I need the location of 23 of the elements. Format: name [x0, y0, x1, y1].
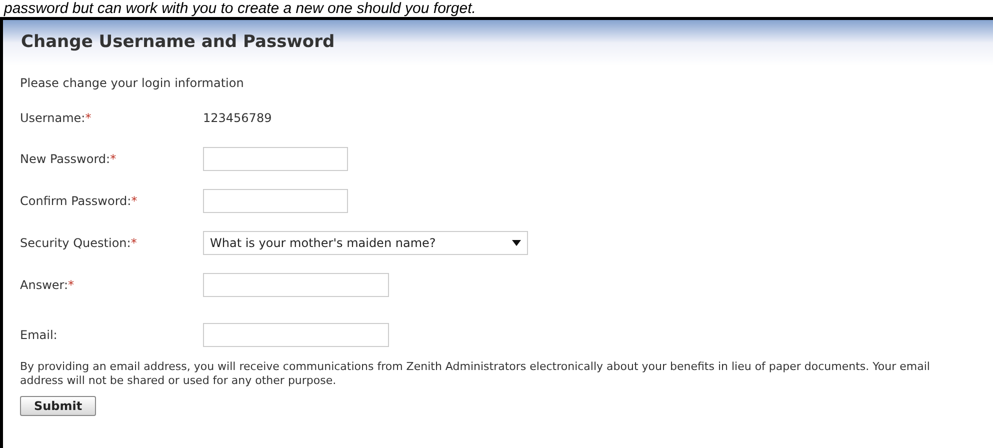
field-label: Answer:: [20, 277, 68, 294]
field-label: Email:: [20, 327, 58, 344]
submit-button[interactable]: Submit: [20, 396, 96, 416]
required-mark: *: [131, 193, 138, 210]
security-question-select[interactable]: What is your mother's maiden name?: [203, 231, 528, 255]
required-mark: *: [85, 110, 92, 127]
field-label: Username:: [20, 110, 86, 127]
field-label: Security Question:: [20, 235, 131, 252]
required-mark: *: [68, 277, 74, 294]
input-field[interactable]: [203, 273, 389, 297]
input-field[interactable]: [203, 189, 348, 213]
page-title: Change Username and Password: [21, 31, 335, 54]
field-label: New Password:: [20, 151, 110, 168]
required-mark: *: [110, 151, 116, 168]
caption-text: password but can work with you to create a new one should you forget.: [2, 0, 477, 17]
input-field[interactable]: [203, 147, 348, 171]
field-value: 123456789: [203, 110, 272, 127]
input-field[interactable]: [203, 323, 389, 347]
caret-icon: [512, 240, 521, 246]
field-label: Confirm Password:: [20, 193, 132, 210]
notice-text: By providing an email address, you will receive communications from Zenith Administrators electronically about your benefits in lieu of paper documents. Your email address will not be shared or used for any other purpose.: [20, 360, 931, 388]
required-mark: *: [130, 235, 137, 252]
intro-text: Please change your login information: [20, 75, 245, 92]
